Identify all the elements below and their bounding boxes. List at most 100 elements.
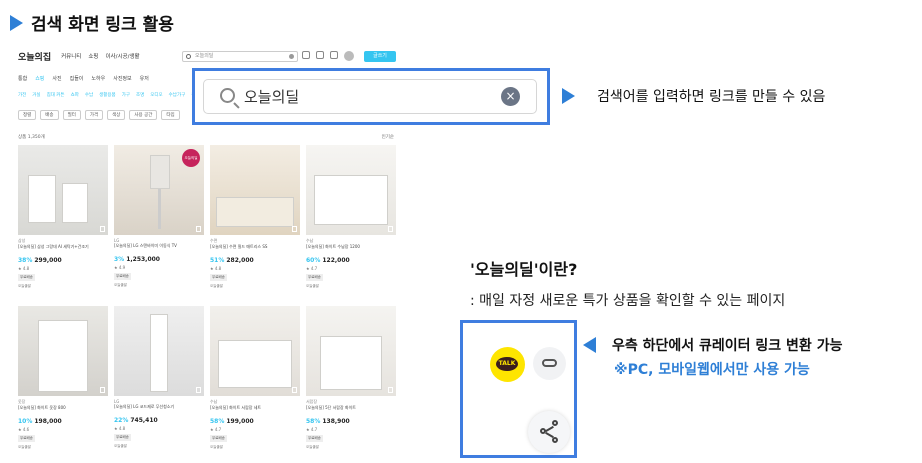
product-thumbnail[interactable]: [210, 306, 300, 396]
bookmark-icon[interactable]: [302, 51, 310, 59]
product-name[interactable]: [오늘의딜] 화이트 옷장 800: [18, 405, 108, 415]
product-card[interactable]: 수납 [오늘의딜] 화이트 서랍장 세트 58% 199,000 ★ 4.7 무료…: [210, 306, 300, 457]
filter-chip[interactable]: 색상: [107, 110, 126, 120]
filter-chip[interactable]: 사용 공간: [129, 110, 158, 120]
tab[interactable]: 유저: [140, 75, 149, 82]
link-icon[interactable]: [533, 347, 566, 380]
discount-rate: 38%: [18, 257, 33, 264]
tab[interactable]: 통합: [18, 75, 27, 82]
product-card[interactable]: 오늘의딜 LG [오늘의딜] LG 스탠바이미 이동식 TV 3% 1,253,0…: [114, 145, 204, 296]
product-thumbnail[interactable]: [114, 306, 204, 396]
filter-chip[interactable]: 필터: [62, 110, 81, 120]
product-name[interactable]: [오늘의딜] LG 스탠바이미 이동식 TV: [114, 243, 204, 253]
category-link[interactable]: 오디오: [150, 92, 162, 98]
bookmark-icon[interactable]: [388, 226, 393, 232]
bookmark-icon[interactable]: [292, 226, 297, 232]
discount-rate: 58%: [210, 418, 225, 425]
filter-bar: 정렬 배송 필터 가격 색상 사용 공간 타입: [18, 110, 180, 120]
product-card[interactable]: 옷장 [오늘의딜] 화이트 옷장 800 10% 198,000 ★ 4.6 무료…: [18, 306, 108, 457]
sort-dropdown[interactable]: 인기순: [382, 134, 394, 140]
product-name[interactable]: [오늘의딜] 화이트 서랍장 세트: [210, 405, 300, 415]
bookmark-icon[interactable]: [292, 387, 297, 393]
product-card[interactable]: LG [오늘의딜] LG 코드제로 무선청소기 22% 745,410 ★ 4.8…: [114, 306, 204, 457]
price-value: 122,000: [322, 257, 350, 264]
avatar[interactable]: [344, 51, 354, 61]
category-link[interactable]: 가전: [18, 92, 26, 98]
share-icon[interactable]: [528, 411, 570, 453]
filter-chip[interactable]: 타입: [161, 110, 180, 120]
product-name[interactable]: [오늘의딜] 화이트 수납장 1200: [306, 244, 396, 254]
logo[interactable]: 오늘의집: [18, 50, 51, 63]
product-thumbnail[interactable]: [210, 145, 300, 235]
tab-active[interactable]: 쇼핑: [35, 75, 44, 82]
bookmark-icon[interactable]: [100, 226, 105, 232]
tab[interactable]: 노하우: [91, 75, 105, 82]
category-link[interactable]: 쇼파: [71, 92, 79, 98]
category-link[interactable]: 침대 커튼: [47, 92, 65, 98]
product-rating: ★ 4.7: [306, 266, 318, 271]
tab[interactable]: 집들이: [70, 75, 84, 82]
category-link[interactable]: 가구: [122, 92, 130, 98]
product-thumbnail[interactable]: [18, 145, 108, 235]
product-name[interactable]: [오늘의딜] LG 코드제로 무선청소기: [114, 404, 204, 414]
product-rating: ★ 4.8: [18, 266, 30, 271]
product-price: 58% 199,000: [210, 418, 300, 425]
category-link[interactable]: 생활용품: [99, 92, 116, 98]
clear-icon[interactable]: [289, 54, 294, 59]
mini-search-query: 오늘의딜: [195, 53, 214, 59]
product-card[interactable]: 수납 [오늘의딜] 화이트 수납장 1200 60% 122,000 ★ 4.7 …: [306, 145, 396, 296]
write-button[interactable]: 글쓰기: [364, 51, 396, 62]
product-rating: ★ 4.7: [306, 427, 318, 432]
category-link[interactable]: 수납가구: [169, 92, 186, 98]
product-name[interactable]: [오늘의딜] 5단 서랍장 화이트: [306, 405, 396, 415]
product-name[interactable]: [오늘의딜] 수면 필드 매트리스 SS: [210, 244, 300, 254]
bookmark-icon[interactable]: [388, 387, 393, 393]
category-link[interactable]: 조명: [136, 92, 144, 98]
product-price: 51% 282,000: [210, 257, 300, 264]
filter-chip[interactable]: 가격: [84, 110, 104, 120]
bookmark-icon[interactable]: [196, 387, 201, 393]
discount-rate: 60%: [306, 257, 321, 264]
result-count: 상품 1,350개: [18, 135, 45, 140]
shipping-badge: 무료배송: [210, 274, 227, 281]
discount-rate: 3%: [114, 256, 125, 263]
filter-chip[interactable]: 정렬: [18, 110, 37, 120]
share-widget: TALK: [460, 320, 577, 458]
price-value: 138,900: [322, 418, 350, 425]
product-card[interactable]: 서랍장 [오늘의딜] 5단 서랍장 화이트 58% 138,900 ★ 4.7 무…: [306, 306, 396, 457]
shipping-badge: 무료배송: [306, 435, 323, 442]
kakaotalk-icon[interactable]: TALK: [490, 347, 525, 382]
filter-chip[interactable]: 배송: [40, 110, 59, 120]
product-name[interactable]: [오늘의딜] 삼성 그랑데 AI 세탁기+건조기: [18, 244, 108, 254]
product-thumbnail[interactable]: [306, 145, 396, 235]
product-price: 3% 1,253,000: [114, 256, 204, 263]
price-value: 1,253,000: [126, 256, 160, 263]
nav-link-shopping[interactable]: 쇼핑: [88, 52, 98, 60]
deal-badge: 오늘의딜: [182, 149, 200, 167]
product-thumbnail[interactable]: [18, 306, 108, 396]
product-price: 38% 299,000: [18, 257, 108, 264]
tab[interactable]: 사진: [52, 75, 61, 82]
nav-link-community[interactable]: 커뮤니티: [61, 52, 81, 60]
category-link[interactable]: 수납: [85, 92, 93, 98]
discount-rate: 10%: [18, 418, 33, 425]
product-price: 60% 122,000: [306, 257, 396, 264]
bookmark-icon[interactable]: [100, 387, 105, 393]
product-card[interactable]: 삼성 [오늘의딜] 삼성 그랑데 AI 세탁기+건조기 38% 299,000 ★…: [18, 145, 108, 296]
bookmark-icon[interactable]: [196, 226, 201, 232]
price-value: 745,410: [130, 417, 158, 424]
cart-icon[interactable]: [330, 51, 338, 59]
shipping-info: 오늘출발: [306, 445, 319, 449]
category-link[interactable]: 거실: [32, 92, 40, 98]
shipping-badge: 무료배송: [18, 274, 35, 281]
product-thumbnail[interactable]: 오늘의딜: [114, 145, 204, 235]
tab[interactable]: 사진정보: [113, 75, 131, 82]
bell-icon[interactable]: [316, 51, 324, 59]
clear-button[interactable]: ×: [501, 87, 520, 106]
product-rating: ★ 4.8: [210, 266, 222, 271]
product-card[interactable]: 수면 [오늘의딜] 수면 필드 매트리스 SS 51% 282,000 ★ 4.8…: [210, 145, 300, 296]
mini-search-input[interactable]: 오늘의딜: [182, 51, 298, 62]
nav-link-moving[interactable]: 이사/시공/생활: [106, 52, 140, 60]
product-thumbnail[interactable]: [306, 306, 396, 396]
search-input[interactable]: 오늘의딜 ×: [203, 79, 537, 114]
